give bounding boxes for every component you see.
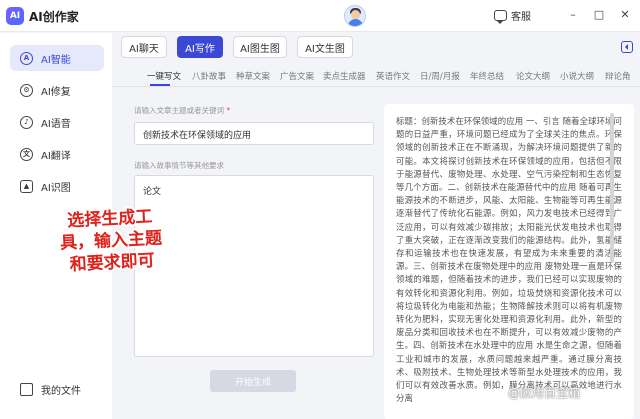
- wrench-icon: ⚙: [20, 83, 33, 97]
- minimize-button[interactable]: –: [566, 9, 580, 21]
- output-scrollbar[interactable]: [610, 113, 614, 263]
- main-panel: AI聊天 AI写作 AI图生图 AI文生图 一键写文 八卦故事 种草文案 广告文…: [113, 33, 640, 419]
- requirements-label: 请输入故事情节等其他要求: [134, 161, 224, 170]
- sidebar-item-label: AI智能: [41, 54, 71, 66]
- tab-ai-chat[interactable]: AI聊天: [121, 36, 167, 58]
- user-avatar[interactable]: [344, 5, 366, 27]
- sidebar-item-ai-image-recognition[interactable]: ▲ AI识图: [10, 173, 104, 199]
- translate-icon: 文: [20, 147, 33, 161]
- sidebar-item-ai-repair[interactable]: ⚙ AI修复: [10, 77, 104, 103]
- tab-ai-image-to-image[interactable]: AI图生图: [233, 36, 287, 58]
- sidebar-item-ai-voice[interactable]: ♪ AI语音: [10, 109, 104, 135]
- subtab-one-click-article[interactable]: 一键写文: [147, 70, 181, 82]
- topic-input[interactable]: 创新技术在环保领域的应用: [134, 122, 374, 145]
- generated-article-text: 标题：创新技术在环保领域的应用 一、引言 随着全球环境问题的日益严重，环境问题已…: [396, 116, 622, 404]
- sidebar-item-label: AI语音: [41, 118, 71, 130]
- writing-subtabs: 一键写文 八卦故事 种草文案 广告文案 卖点生成器 英语作文 日/周/月报 年终…: [113, 67, 640, 87]
- topic-label: 请输入文章主题或者关键词 *: [134, 106, 231, 115]
- customer-service-button[interactable]: 客服: [494, 8, 531, 24]
- required-mark: *: [226, 106, 231, 115]
- customer-service-label: 客服: [511, 12, 531, 23]
- sidebar-item-label: 我的文件: [41, 385, 81, 397]
- sidebar-item-ai-translate[interactable]: 文 AI翻译: [10, 141, 104, 167]
- microphone-icon: ♪: [20, 115, 33, 129]
- sidebar-item-label: AI翻译: [41, 150, 71, 162]
- app-logo-icon: AI: [6, 7, 24, 25]
- subtab-english-essay[interactable]: 英语作文: [376, 70, 410, 82]
- subtab-reports[interactable]: 日/周/月报: [420, 70, 460, 82]
- subtab-ad-copy[interactable]: 广告文案: [280, 70, 314, 82]
- sidebar-item-label: AI识图: [41, 182, 71, 194]
- chat-bubble-icon: [494, 10, 507, 24]
- subtab-thesis-outline[interactable]: 论文大纲: [516, 70, 550, 82]
- subtab-year-end-summary[interactable]: 年终总结: [470, 70, 504, 82]
- app-logo: AI AI创作家: [6, 7, 79, 25]
- maximize-button[interactable]: □: [592, 9, 606, 21]
- title-bar: AI AI创作家 客服 – □ ✕: [0, 0, 640, 32]
- sidebar-item-my-files[interactable]: 我的文件: [10, 376, 104, 402]
- subtab-selling-point-generator[interactable]: 卖点生成器: [323, 70, 366, 82]
- close-button[interactable]: ✕: [618, 9, 632, 21]
- watermark: @应用百宝箱: [508, 386, 581, 400]
- app-title: AI创作家: [29, 9, 79, 24]
- subtab-debate[interactable]: 辩论角: [605, 70, 631, 82]
- image-icon: ▲: [20, 179, 33, 193]
- subtab-seeding-copy[interactable]: 种草文案: [236, 70, 270, 82]
- sidebar-item-ai-smart[interactable]: A AI智能: [10, 45, 104, 71]
- sidebar-item-label: AI修复: [41, 86, 71, 98]
- folder-icon: [20, 382, 33, 396]
- tab-ai-writing[interactable]: AI写作: [177, 36, 223, 58]
- collapse-panel-button[interactable]: [621, 41, 633, 53]
- tutorial-annotation: 选择生成工 具，输入主题 和要求即可: [59, 206, 163, 276]
- generated-output-panel: 标题：创新技术在环保领域的应用 一、引言 随着全球环境问题的日益严重，环境问题已…: [384, 104, 634, 419]
- subtab-novel-outline[interactable]: 小说大纲: [560, 70, 594, 82]
- requirements-value: 论文: [143, 187, 162, 197]
- active-subtab-indicator: [150, 84, 170, 86]
- start-generate-button[interactable]: 开始生成: [210, 370, 296, 392]
- subtab-gossip-story[interactable]: 八卦故事: [192, 70, 226, 82]
- tab-ai-text-to-image[interactable]: AI文生图: [297, 36, 353, 58]
- ai-chip-icon: A: [20, 51, 33, 65]
